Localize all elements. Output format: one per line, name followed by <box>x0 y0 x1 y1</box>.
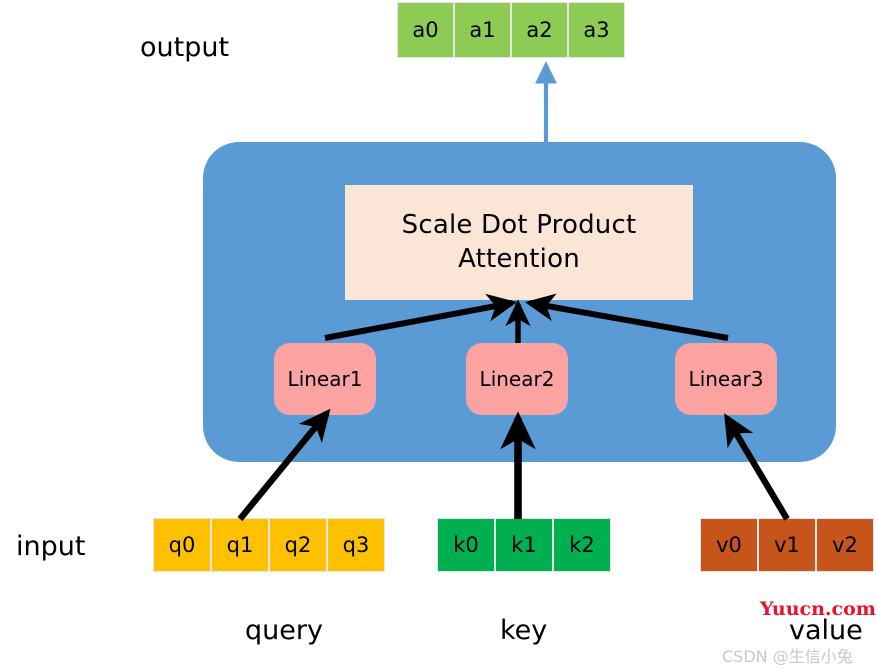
linear-box-1: Linear1 <box>274 343 376 415</box>
yuucn-watermark: Yuucn.com <box>760 598 876 620</box>
scale-dot-product-attention-box: Scale Dot Product Attention <box>345 185 693 300</box>
linear-box-2: Linear2 <box>466 343 568 415</box>
value-token-strip: v0 v1 v2 <box>700 518 874 572</box>
attention-box-line-1: Scale Dot Product <box>401 210 637 241</box>
key-token-strip: k0 k1 k2 <box>437 518 611 572</box>
output-token-strip: a0 a1 a2 a3 <box>397 2 625 58</box>
output-token-cell: a2 <box>511 2 568 58</box>
key-label: key <box>500 615 548 646</box>
query-label: query <box>245 615 323 646</box>
linear-box-3-label: Linear3 <box>688 367 764 391</box>
value-token-cell: v2 <box>816 518 874 572</box>
linear-box-1-label: Linear1 <box>287 367 363 391</box>
input-label: input <box>16 531 86 562</box>
key-token-cell: k2 <box>553 518 611 572</box>
output-label: output <box>140 32 230 63</box>
key-token-cell: k1 <box>495 518 553 572</box>
diagram-canvas: Scale Dot Product Attention Linear1 Line… <box>0 0 877 669</box>
csdn-watermark: CSDN @生信小兔 <box>722 647 853 666</box>
key-token-cell: k0 <box>437 518 495 572</box>
linear-box-3: Linear3 <box>675 343 777 415</box>
query-token-cell: q2 <box>269 518 327 572</box>
query-token-cell: q3 <box>327 518 385 572</box>
value-token-cell: v0 <box>700 518 758 572</box>
linear-box-2-label: Linear2 <box>479 367 555 391</box>
output-token-cell: a0 <box>397 2 454 58</box>
output-token-cell: a1 <box>454 2 511 58</box>
output-token-cell: a3 <box>568 2 625 58</box>
query-token-cell: q0 <box>153 518 211 572</box>
query-token-cell: q1 <box>211 518 269 572</box>
query-token-strip: q0 q1 q2 q3 <box>153 518 385 572</box>
value-token-cell: v1 <box>758 518 816 572</box>
attention-box-line-2: Attention <box>458 243 580 274</box>
